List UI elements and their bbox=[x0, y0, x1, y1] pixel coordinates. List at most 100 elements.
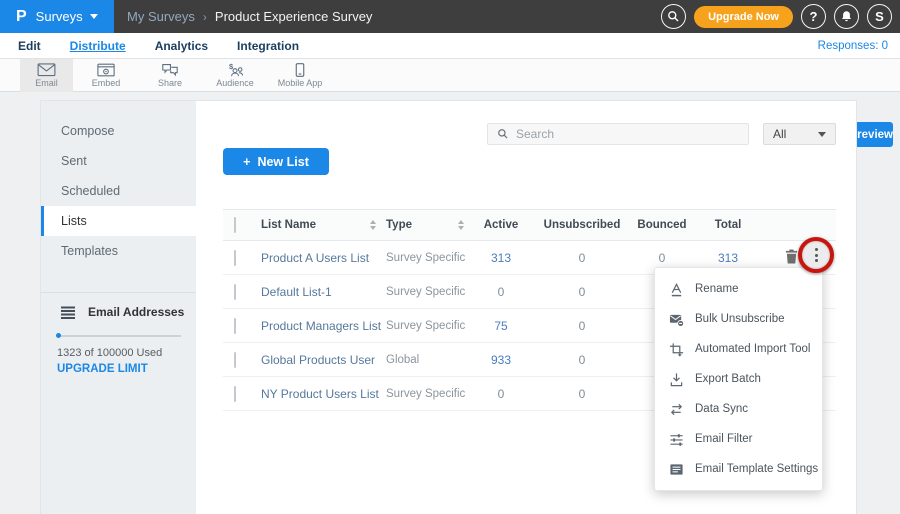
unsubscribed-count: 0 bbox=[542, 387, 622, 401]
embed-icon bbox=[97, 63, 115, 77]
sidebar-item-scheduled[interactable]: Scheduled bbox=[41, 176, 196, 206]
topbar-actions: Upgrade Now ? S bbox=[661, 4, 900, 29]
channel-email-label: Email bbox=[35, 78, 58, 88]
list-search-box bbox=[487, 123, 749, 145]
delete-list-button[interactable] bbox=[785, 249, 798, 267]
tab-edit[interactable]: Edit bbox=[18, 39, 41, 53]
email-icon bbox=[37, 63, 56, 77]
list-filter-dropdown[interactable]: All bbox=[763, 123, 836, 145]
column-type[interactable]: Type bbox=[386, 219, 412, 231]
bell-icon bbox=[840, 10, 853, 23]
search-icon bbox=[497, 128, 509, 140]
menu-item-rename[interactable]: Rename bbox=[655, 274, 822, 304]
table-header-row: List Name Type Active Unsubscribed Bounc… bbox=[223, 209, 836, 241]
breadcrumb-my-surveys[interactable]: My Surveys bbox=[127, 9, 195, 24]
sidebar-item-sent[interactable]: Sent bbox=[41, 146, 196, 176]
data-sync-icon bbox=[669, 402, 684, 417]
select-all-checkbox[interactable] bbox=[234, 217, 236, 233]
channel-share[interactable]: Share bbox=[144, 59, 196, 92]
channel-embed[interactable]: Embed bbox=[80, 59, 132, 92]
menu-label: Email Template Settings bbox=[695, 463, 818, 475]
row-checkbox[interactable] bbox=[234, 386, 236, 402]
new-list-button[interactable]: + New List bbox=[223, 148, 329, 175]
list-name-link[interactable]: Product A Users List bbox=[261, 251, 369, 265]
list-actions-menu: Rename Bulk Unsubscribe Automated Import… bbox=[654, 267, 823, 491]
email-filter-icon bbox=[669, 432, 684, 447]
unsubscribed-count: 0 bbox=[542, 251, 622, 265]
search-input[interactable] bbox=[516, 127, 716, 141]
list-type: Survey Specific bbox=[386, 252, 465, 264]
total-count[interactable]: 313 bbox=[696, 251, 760, 265]
row-checkbox[interactable] bbox=[234, 284, 236, 300]
breadcrumb-separator: › bbox=[203, 10, 207, 24]
progress-dot bbox=[56, 333, 61, 338]
sidebar-item-compose[interactable]: Compose bbox=[41, 116, 196, 146]
chevron-down-icon bbox=[90, 14, 98, 19]
menu-item-data-sync[interactable]: Data Sync bbox=[655, 394, 822, 424]
active-count[interactable]: 933 bbox=[471, 353, 531, 367]
column-unsubscribed: Unsubscribed bbox=[542, 219, 622, 231]
tab-distribute[interactable]: Distribute bbox=[70, 39, 126, 53]
menu-item-bulk-unsubscribe[interactable]: Bulk Unsubscribe bbox=[655, 304, 822, 334]
sidebar-item-lists[interactable]: Lists bbox=[41, 206, 196, 236]
active-count: 0 bbox=[471, 285, 531, 299]
list-type: Survey Specific bbox=[386, 320, 465, 332]
search-button[interactable] bbox=[661, 4, 686, 29]
account-avatar[interactable]: S bbox=[867, 4, 892, 29]
bounced-count: 0 bbox=[630, 251, 694, 265]
list-type: Survey Specific bbox=[386, 388, 465, 400]
column-active: Active bbox=[471, 219, 531, 231]
row-checkbox[interactable] bbox=[234, 250, 236, 266]
responses-count[interactable]: Responses: 0 bbox=[818, 40, 900, 52]
menu-item-email-filter[interactable]: Email Filter bbox=[655, 424, 822, 454]
tab-integration[interactable]: Integration bbox=[237, 39, 299, 53]
list-type: Global bbox=[386, 354, 419, 366]
row-actions-kebab-button[interactable] bbox=[815, 248, 818, 262]
email-sidebar: Compose Sent Scheduled Lists Templates E… bbox=[41, 101, 196, 514]
list-name-link[interactable]: NY Product Users List bbox=[261, 387, 379, 401]
plus-icon: + bbox=[243, 155, 250, 169]
channel-share-label: Share bbox=[158, 78, 182, 88]
menu-label: Email Filter bbox=[695, 433, 753, 445]
channel-audience[interactable]: $ Audience bbox=[205, 59, 265, 92]
list-name-link[interactable]: Default List-1 bbox=[261, 285, 332, 299]
tab-analytics[interactable]: Analytics bbox=[155, 39, 208, 53]
active-count[interactable]: 313 bbox=[471, 251, 531, 265]
import-tool-icon bbox=[669, 342, 684, 357]
channel-embed-label: Embed bbox=[92, 78, 121, 88]
export-batch-icon bbox=[669, 372, 684, 387]
survey-nav-tabs: Edit Distribute Analytics Integration Re… bbox=[0, 33, 900, 59]
upgrade-limit-link[interactable]: UPGRADE LIMIT bbox=[57, 363, 148, 375]
filter-selected-value: All bbox=[773, 127, 818, 141]
channel-mobile-app[interactable]: Mobile App bbox=[268, 59, 332, 92]
channel-email[interactable]: Email bbox=[20, 59, 73, 92]
upgrade-now-button[interactable]: Upgrade Now bbox=[694, 6, 793, 28]
menu-item-email-template-settings[interactable]: Email Template Settings bbox=[655, 454, 822, 484]
questionpro-email-lists-screen: P Surveys My Surveys › Product Experienc… bbox=[0, 0, 900, 514]
email-usage-progressbar bbox=[57, 335, 181, 337]
new-list-label: New List bbox=[257, 155, 308, 169]
active-count[interactable]: 75 bbox=[471, 319, 531, 333]
audience-icon: $ bbox=[226, 63, 245, 77]
email-usage-text: 1323 of 100000 Used bbox=[57, 347, 162, 359]
sidebar-item-templates[interactable]: Templates bbox=[41, 236, 196, 266]
menu-item-export-batch[interactable]: Export Batch bbox=[655, 364, 822, 394]
sort-list-name-icon[interactable] bbox=[370, 220, 376, 230]
trash-icon bbox=[785, 249, 798, 264]
list-name-link[interactable]: Global Products User bbox=[261, 353, 375, 367]
active-count: 0 bbox=[471, 387, 531, 401]
unsubscribed-count: 0 bbox=[542, 285, 622, 299]
menu-item-automated-import-tool[interactable]: Automated Import Tool bbox=[655, 334, 822, 364]
column-list-name[interactable]: List Name bbox=[261, 219, 316, 231]
notifications-button[interactable] bbox=[834, 4, 859, 29]
list-lines-icon bbox=[61, 306, 76, 319]
help-button[interactable]: ? bbox=[801, 4, 826, 29]
row-checkbox[interactable] bbox=[234, 318, 236, 334]
surveys-product-menu[interactable]: P Surveys bbox=[0, 0, 114, 33]
menu-label: Data Sync bbox=[695, 403, 748, 415]
list-name-link[interactable]: Product Managers List bbox=[261, 319, 381, 333]
mobile-app-icon bbox=[294, 63, 306, 77]
sort-type-icon[interactable] bbox=[458, 220, 464, 230]
row-checkbox[interactable] bbox=[234, 352, 236, 368]
annotation-highlight-ring bbox=[798, 237, 834, 273]
